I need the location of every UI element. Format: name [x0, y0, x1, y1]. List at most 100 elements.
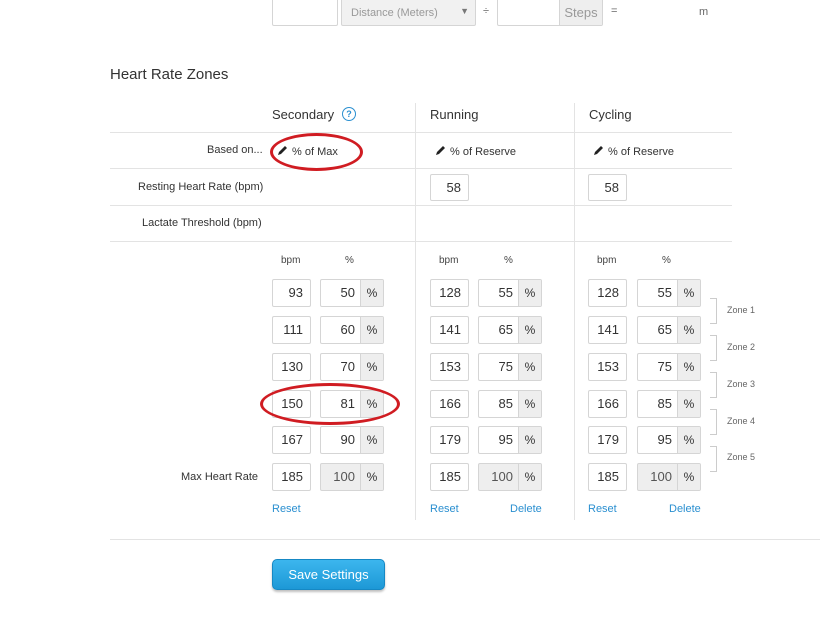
pct-value: 75 — [657, 359, 672, 374]
column-divider-2 — [574, 103, 575, 520]
bpm-input-secondary-5[interactable]: 167 — [272, 426, 311, 454]
distance-unit-select[interactable]: Distance (Meters) ▼ — [341, 0, 476, 26]
resting-hr-running-input[interactable]: 58 — [430, 174, 469, 201]
pct-header-cycling: % — [662, 255, 671, 266]
divide-symbol: ÷ — [483, 5, 490, 17]
pct-unit: % — [518, 280, 541, 306]
row-divider-4 — [110, 241, 732, 242]
bpm-input-secondary-2[interactable]: 111 — [272, 316, 311, 344]
chevron-down-icon: ▼ — [460, 6, 469, 16]
reset-cycling-link[interactable]: Reset — [588, 503, 617, 515]
help-icon[interactable]: ? — [342, 107, 356, 121]
pct-input-running-6: 100% — [478, 463, 542, 491]
bpm-input-running-1[interactable]: 128 — [430, 279, 469, 307]
bpm-input-cycling-1[interactable]: 128 — [588, 279, 627, 307]
annotation-oval-zone-4 — [260, 383, 400, 425]
pct-value: 95 — [657, 432, 672, 447]
pct-value: 95 — [498, 432, 513, 447]
bpm-input-cycling-4[interactable]: 166 — [588, 390, 627, 418]
delete-running-link[interactable]: Delete — [510, 503, 542, 515]
pct-input-cycling-1[interactable]: 55% — [637, 279, 701, 307]
pct-unit: % — [677, 317, 700, 343]
pct-input-running-2[interactable]: 65% — [478, 316, 542, 344]
bpm-header-secondary: bpm — [281, 255, 301, 266]
pct-value: 85 — [498, 396, 513, 411]
column-header-running: Running — [430, 107, 479, 122]
pct-input-cycling-4[interactable]: 85% — [637, 390, 701, 418]
distance-value-input[interactable] — [272, 0, 338, 26]
pct-value: 55 — [657, 285, 672, 300]
bpm-input-cycling-3[interactable]: 153 — [588, 353, 627, 381]
footer-divider — [110, 539, 820, 540]
zone-bracket — [710, 298, 717, 324]
bpm-input-running-2[interactable]: 141 — [430, 316, 469, 344]
bpm-input-running-3[interactable]: 153 — [430, 353, 469, 381]
save-settings-button[interactable]: Save Settings — [272, 559, 385, 590]
pct-value: 65 — [498, 322, 513, 337]
pct-value: 65 — [657, 322, 672, 337]
zone-bracket — [710, 446, 717, 472]
zone-bracket — [710, 372, 717, 398]
pct-input-secondary-1[interactable]: 50% — [320, 279, 384, 307]
pct-input-cycling-6: 100% — [637, 463, 701, 491]
bpm-input-running-5[interactable]: 179 — [430, 426, 469, 454]
row-divider-1 — [110, 132, 732, 133]
pct-input-secondary-2[interactable]: 60% — [320, 316, 384, 344]
bpm-header-cycling: bpm — [597, 255, 617, 266]
column-divider-1 — [415, 103, 416, 520]
column-header-cycling: Cycling — [589, 107, 632, 122]
pct-value: 85 — [657, 396, 672, 411]
bpm-input-cycling-6[interactable]: 185 — [588, 463, 627, 491]
row-divider-3 — [110, 205, 732, 206]
resting-hr-cycling-input[interactable]: 58 — [588, 174, 627, 201]
row-divider-2 — [110, 168, 732, 169]
pct-unit: % — [360, 464, 383, 490]
zone-label-5: Zone 5 — [727, 452, 756, 462]
pct-input-running-3[interactable]: 75% — [478, 353, 542, 381]
based-on-running[interactable]: % of Reserve — [435, 144, 516, 158]
pct-value: 50 — [340, 285, 355, 300]
zone-bracket — [710, 335, 717, 361]
based-on-cycling[interactable]: % of Reserve — [593, 144, 674, 158]
pct-unit: % — [360, 427, 383, 453]
pct-unit: % — [677, 464, 700, 490]
delete-cycling-link[interactable]: Delete — [669, 503, 701, 515]
steps-addon: Steps — [559, 0, 602, 25]
steps-input[interactable]: Steps — [497, 0, 603, 26]
pct-value: 100 — [333, 469, 355, 484]
based-on-cycling-text: % of Reserve — [608, 146, 675, 158]
reset-running-link[interactable]: Reset — [430, 503, 459, 515]
bpm-input-running-6[interactable]: 185 — [430, 463, 469, 491]
lactate-threshold-label: Lactate Threshold (bpm) — [142, 217, 262, 229]
pct-unit: % — [677, 391, 700, 417]
section-title: Heart Rate Zones — [110, 66, 229, 83]
pct-value: 55 — [498, 285, 513, 300]
pct-header-secondary: % — [345, 255, 354, 266]
bpm-input-secondary-1[interactable]: 93 — [272, 279, 311, 307]
pct-unit: % — [360, 280, 383, 306]
pct-input-running-1[interactable]: 55% — [478, 279, 542, 307]
reset-secondary-link[interactable]: Reset — [272, 503, 301, 515]
pct-input-cycling-3[interactable]: 75% — [637, 353, 701, 381]
result-unit: m — [699, 6, 709, 18]
based-on-label: Based on... — [207, 144, 263, 156]
bpm-input-secondary-6[interactable]: 185 — [272, 463, 311, 491]
bpm-input-secondary-3[interactable]: 130 — [272, 353, 311, 381]
bpm-input-cycling-2[interactable]: 141 — [588, 316, 627, 344]
zone-bracket — [710, 409, 717, 435]
pct-header-running: % — [504, 255, 513, 266]
zone-label-3: Zone 3 — [727, 379, 756, 389]
bpm-input-cycling-5[interactable]: 179 — [588, 426, 627, 454]
zone-label-4: Zone 4 — [727, 416, 756, 426]
column-header-secondary: Secondary — [272, 107, 335, 122]
zone-label-1: Zone 1 — [727, 305, 756, 315]
pct-input-secondary-5[interactable]: 90% — [320, 426, 384, 454]
pct-input-secondary-3[interactable]: 70% — [320, 353, 384, 381]
pct-input-cycling-5[interactable]: 95% — [637, 426, 701, 454]
pct-input-running-4[interactable]: 85% — [478, 390, 542, 418]
bpm-header-running: bpm — [439, 255, 459, 266]
bpm-input-running-4[interactable]: 166 — [430, 390, 469, 418]
pct-input-cycling-2[interactable]: 65% — [637, 316, 701, 344]
equals-symbol: = — [611, 5, 618, 17]
pct-input-running-5[interactable]: 95% — [478, 426, 542, 454]
